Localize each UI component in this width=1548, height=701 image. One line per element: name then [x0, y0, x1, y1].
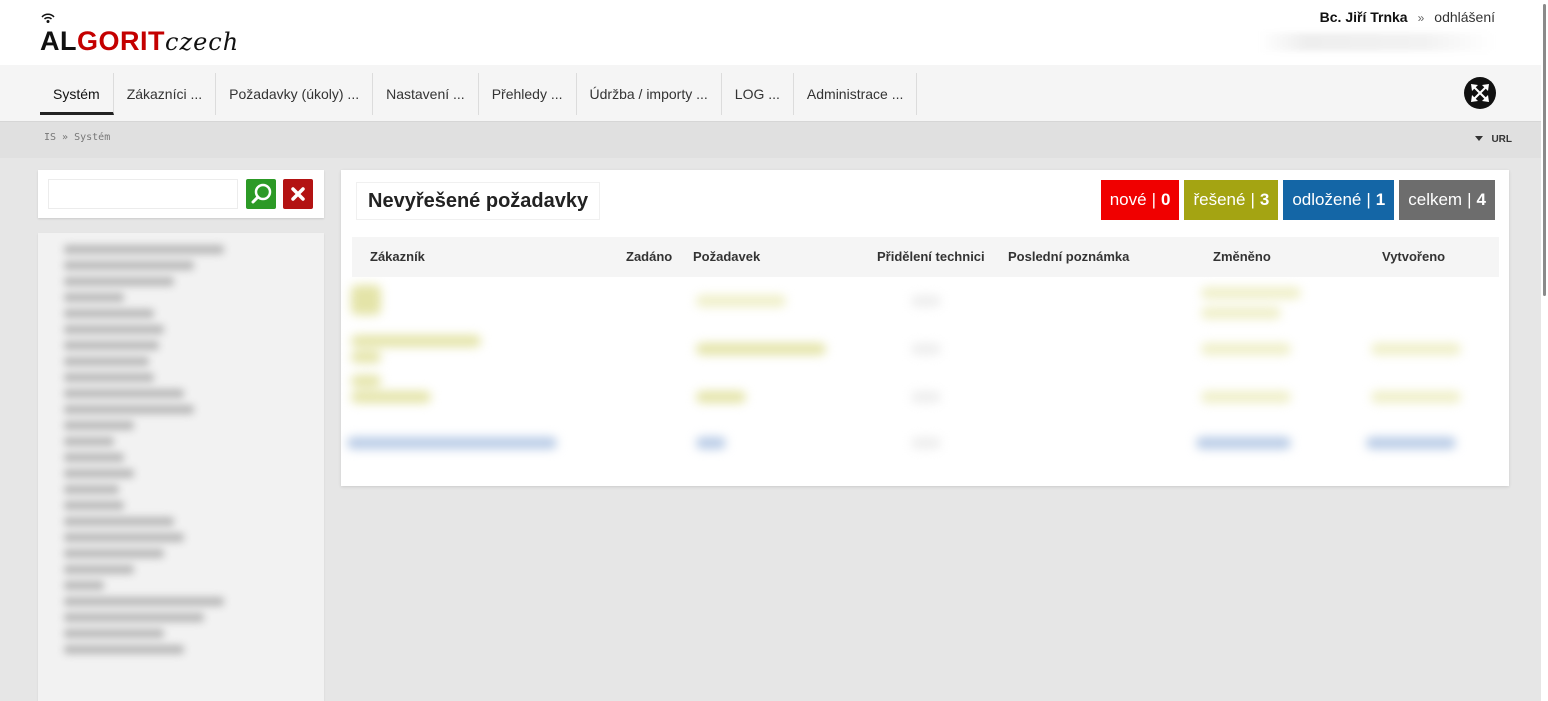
nav-item-settings[interactable]: Nastavení ...: [373, 73, 479, 115]
main-nav: Systém Zákazníci ... Požadavky (úkoly) .…: [0, 65, 1548, 122]
nav-item-administration[interactable]: Administrace ...: [794, 73, 918, 115]
user-area: Bc. Jiří Trnka » odhlášení: [1320, 9, 1495, 25]
logout-link[interactable]: odhlášení: [1434, 9, 1495, 25]
badge-total[interactable]: celkem | 4: [1399, 180, 1495, 220]
logo-part-czech: czech: [165, 28, 240, 56]
user-name: Bc. Jiří Trnka: [1319, 9, 1408, 25]
open-requests-panel: Nevyřešené požadavky nové | 0 řešené | 3 odl…: [341, 170, 1509, 486]
top-header: ALGORITczech Bc. Jiří Trnka » odhlášení: [0, 0, 1548, 65]
column-header-technicians[interactable]: Přidělení technici: [877, 249, 985, 264]
column-header-created[interactable]: Vytvořeno: [1382, 249, 1445, 264]
badge-new-label: nové: [1109, 190, 1147, 209]
magnifier-icon: [251, 183, 272, 204]
url-toggle-label: URL: [1491, 134, 1512, 145]
column-header-assigned[interactable]: Zadáno: [626, 249, 672, 264]
column-header-customer[interactable]: Zákazník: [370, 249, 425, 264]
nav-items: Systém Zákazníci ... Požadavky (úkoly) .…: [40, 73, 918, 115]
badge-postponed-count: 1: [1375, 190, 1386, 209]
expand-arrows-icon: [1471, 84, 1489, 102]
table-row[interactable]: [341, 423, 1509, 475]
logo-text: ALGORITczech: [40, 26, 239, 57]
badge-new-count: 0: [1161, 190, 1171, 209]
search-button[interactable]: [246, 179, 276, 209]
logo-part-gorit: GORIT: [77, 26, 165, 56]
x-icon: [291, 187, 305, 201]
nav-item-system[interactable]: Systém: [40, 73, 114, 115]
nav-item-requests[interactable]: Požadavky (úkoly) ...: [216, 73, 374, 115]
logo[interactable]: ALGORITczech: [40, 12, 238, 56]
table-row[interactable]: [341, 325, 1509, 377]
tree-panel: [38, 233, 324, 701]
signal-icon: [41, 13, 55, 23]
search-panel: [38, 170, 324, 218]
page-title: Nevyřešené požadavky: [357, 183, 600, 219]
badge-solved-label: řešené: [1193, 190, 1246, 209]
nav-item-maintenance[interactable]: Údržba / importy ...: [577, 73, 722, 115]
badge-new[interactable]: nové | 0: [1100, 180, 1180, 220]
user-info-blurred: [1259, 33, 1495, 51]
url-toggle[interactable]: URL: [1475, 134, 1512, 145]
table-body-blurred: [341, 277, 1509, 486]
search-input[interactable]: [48, 179, 238, 209]
caret-down-icon: [1475, 136, 1484, 141]
column-header-last-note[interactable]: Poslední poznámka: [1008, 249, 1129, 264]
nav-item-log[interactable]: LOG ...: [722, 73, 794, 115]
badge-total-count: 4: [1476, 190, 1486, 209]
column-header-request[interactable]: Požadavek: [693, 249, 760, 264]
column-header-changed[interactable]: Změněno: [1213, 249, 1271, 264]
badge-postponed[interactable]: odložené | 1: [1283, 180, 1395, 220]
badge-solved[interactable]: řešené | 3: [1184, 180, 1279, 220]
badge-solved-count: 3: [1259, 190, 1270, 209]
scrollbar-thumb[interactable]: [1543, 4, 1546, 296]
user-separator: »: [1417, 11, 1425, 25]
fullscreen-button[interactable]: [1464, 77, 1496, 109]
logo-part-al: AL: [40, 26, 77, 56]
badge-postponed-label: odložené: [1292, 190, 1362, 209]
table-header: Zákazník Zadáno Požadavek Přidělení tech…: [352, 237, 1499, 277]
table-row[interactable]: [341, 277, 1509, 329]
nav-item-customers[interactable]: Zákazníci ...: [114, 73, 217, 115]
breadcrumb-bar: IS » Systém URL: [0, 122, 1548, 158]
nav-item-overviews[interactable]: Přehledy ...: [479, 73, 577, 115]
breadcrumb[interactable]: IS » Systém: [44, 132, 110, 143]
badge-total-label: celkem: [1408, 190, 1463, 209]
clear-button[interactable]: [283, 179, 313, 209]
table-row[interactable]: [341, 373, 1509, 425]
tree-content-blurred: [64, 245, 254, 701]
status-badges: nové | 0 řešené | 3 odložené | 1 celkem | 4: [1100, 180, 1495, 220]
